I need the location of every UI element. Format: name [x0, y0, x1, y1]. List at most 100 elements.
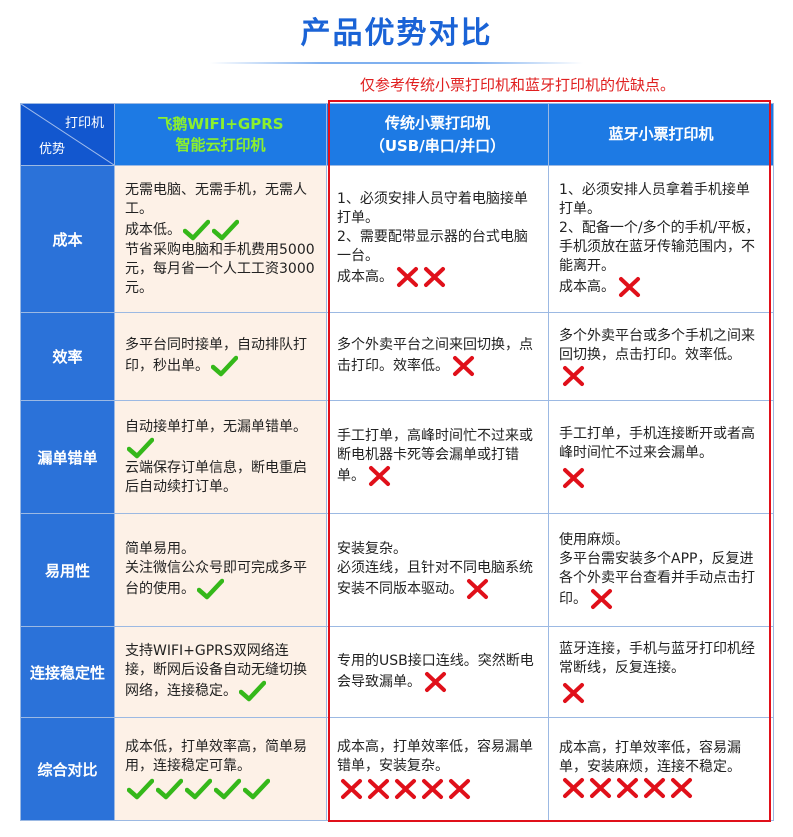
cell-line: 自动接单打单，无漏单错单。 — [125, 418, 316, 459]
traditional-overall-cell: 成本高，打单效率低，容易漏单错单，安装复杂。 — [327, 732, 548, 806]
cell-line: 关注微信公众号即可完成多平台的使用。 — [125, 559, 316, 600]
cross-icon — [449, 355, 476, 377]
cross-icon — [619, 276, 640, 297]
cross-icon — [559, 777, 694, 799]
cell-line: 多平台需安装多个APP，反复进各个外卖平台查看并手动点击打印。 — [559, 550, 763, 610]
page-title: 产品优势对比 — [300, 16, 493, 51]
header-traditional-line2: （USB/串口/并口） — [369, 136, 506, 155]
check-icon — [209, 355, 238, 377]
cloud-efficiency-cell: 多平台同时接单，自动排队打印，秒出单。 — [115, 330, 326, 383]
cell-text: 多个外卖平台或多个手机之间来回切换，点击打印。效率低。 — [559, 327, 755, 363]
cell-text: 支持WIFI+GPRS双网络连接，断网后设备自动无缝切换网络，连接稳定。 — [125, 643, 307, 699]
check-icon — [212, 219, 239, 240]
table-row: 成本 无需电脑、无需手机，无需人工。 成本低。 节省采购电脑和手机费用5000元… — [20, 165, 774, 313]
row-label-missed-orders: 漏单错单 — [20, 400, 115, 514]
cross-icon — [591, 588, 612, 609]
cell-line: 成本高，打单效率低，容易漏单错单，安装复杂。 — [337, 739, 533, 774]
header-bluetooth-printer: 蓝牙小票打印机 — [548, 103, 774, 166]
cell-line — [559, 682, 763, 704]
cell-text: 多个外卖平台之间来回切换，点击打印。效率低。 — [337, 337, 533, 374]
cross-icon — [563, 468, 584, 488]
cross-icon — [453, 356, 474, 376]
cross-icon — [463, 578, 490, 600]
cell-text: 成本高。 — [559, 278, 615, 295]
cross-icon — [337, 778, 472, 800]
table-row: 效率 多平台同时接单，自动排队打印，秒出单。 多个外卖平台之间来回切换，点击打印… — [20, 312, 774, 401]
cross-icon — [341, 779, 362, 799]
check-icon — [214, 778, 241, 800]
bluetooth-overall-cell: 成本高，打单效率低，容易漏单，安装麻烦，连接不稳定。 — [549, 733, 773, 805]
cell-line: 无需电脑、无需手机，无需人工。 — [125, 181, 307, 217]
cross-icon — [365, 465, 392, 487]
cell-line: 蓝牙连接，手机与蓝牙打印机经常断线，反复连接。 — [559, 641, 755, 676]
cell-line: 成本高。 — [559, 276, 763, 298]
header-cloud-printer: 飞鹅WIFI+GPRS 智能云打印机 — [114, 103, 327, 166]
cross-icon — [587, 588, 614, 610]
cross-icon — [422, 779, 443, 799]
corner-header: 打印机 优势 — [20, 103, 115, 166]
check-icon — [125, 778, 270, 800]
cross-icon — [369, 466, 390, 486]
table-row: 综合对比 成本低，打单效率高，简单易用，连接稳定可靠。 成本高，打单效率低，容易… — [20, 717, 774, 821]
cross-icon — [563, 365, 584, 386]
corner-printer-label: 打印机 — [64, 116, 104, 131]
cross-icon — [559, 467, 586, 489]
cell-line: 成本低，打单效率高，简单易用，连接稳定可靠。 — [125, 739, 307, 774]
cross-icon — [449, 779, 470, 799]
cell-line: 安装复杂。 — [337, 541, 407, 557]
check-icon — [237, 680, 266, 702]
cell-line — [559, 467, 763, 489]
check-icon — [127, 778, 154, 800]
table-row: 易用性 简单易用。 关注微信公众号即可完成多平台的使用。 安装复杂。 必须连线，… — [20, 513, 774, 627]
cell-text: 成本高。 — [337, 269, 393, 285]
traditional-missed-orders-cell: 手工打单，高峰时间忙不过来或断电机器卡死等会漏单或打错单。 — [327, 421, 548, 493]
check-icon — [156, 778, 183, 800]
bluetooth-cost-cell: 1、必须安排人员拿着手机接单打单。 2、配备一个/多个的手机/平板，手机须放在蓝… — [549, 175, 773, 304]
traditional-connection-cell: 专用的USB接口连线。突然断电会导致漏单。 — [327, 646, 548, 699]
cell-text: 成本高，打单效率低，容易漏单，安装麻烦，连接不稳定。 — [559, 740, 741, 775]
cross-icon — [397, 267, 418, 287]
check-icon — [181, 219, 239, 241]
cross-icon — [617, 778, 638, 798]
cross-icon — [559, 365, 586, 387]
cell-line: 2、需要配带显示器的台式电脑一台。 — [337, 229, 528, 264]
cell-line: 手工打单，手机连接断开或者高峰时间忙不过来会漏单。 — [559, 426, 755, 461]
cross-icon — [563, 683, 584, 703]
comparison-note: 仅参考传统小票打印机和蓝牙打印机的优缺点。 — [360, 76, 676, 94]
check-icon — [185, 778, 212, 800]
traditional-efficiency-cell: 多个外卖平台之间来回切换，点击打印。效率低。 — [327, 330, 548, 383]
traditional-cost-cell: 1、必须安排人员守着电脑接单打单。 2、需要配带显示器的台式电脑一台。 成本高。 — [327, 184, 548, 294]
row-label-overall: 综合对比 — [20, 717, 115, 821]
cross-icon — [425, 671, 446, 692]
cell-line: 云端保存订单信息，断电重启后自动续打订单。 — [125, 459, 307, 495]
bluetooth-connection-cell: 蓝牙连接，手机与蓝牙打印机经常断线，反复连接。 — [549, 634, 773, 710]
cross-icon — [559, 682, 586, 704]
row-label-usability: 易用性 — [20, 513, 115, 627]
cross-icon — [590, 778, 611, 798]
bluetooth-missed-orders-cell: 手工打单，手机连接断开或者高峰时间忙不过来会漏单。 — [549, 419, 773, 495]
cloud-cost-cell: 无需电脑、无需手机，无需人工。 成本低。 节省采购电脑和手机费用5000元，每月… — [115, 175, 326, 304]
check-icon — [195, 578, 224, 600]
cell-line: 2、配备一个/多个的手机/平板，手机须放在蓝牙传输范围内，不能离开。 — [559, 219, 760, 274]
cloud-usability-cell: 简单易用。 关注微信公众号即可完成多平台的使用。 — [115, 534, 326, 606]
cross-icon — [644, 778, 665, 798]
header-traditional-line1: 传统小票打印机 — [384, 113, 490, 132]
cell-line: 成本低。 — [125, 219, 316, 241]
cloud-overall-cell: 成本低，打单效率高，简单易用，连接稳定可靠。 — [115, 732, 326, 806]
cell-line: 必须连线，且针对不同电脑系统安装不同版本驱动。 — [337, 559, 538, 600]
bluetooth-usability-cell: 使用麻烦。 多平台需安装多个APP，反复进各个外卖平台查看并手动点击打印。 — [549, 525, 773, 616]
cross-icon — [368, 779, 389, 799]
cell-line: 1、必须安排人员守着电脑接单打单。 — [337, 191, 528, 226]
cell-line — [337, 778, 538, 800]
row-label-connection-stability: 连接稳定性 — [20, 626, 115, 718]
cell-line: 成本高。 — [337, 266, 538, 288]
cross-icon — [421, 671, 448, 693]
cell-line: 简单易用。 — [125, 541, 195, 557]
check-icon — [211, 355, 238, 377]
cell-text: 自动接单打单，无漏单错单。 — [125, 418, 307, 435]
cloud-missed-orders-cell: 自动接单打单，无漏单错单。 云端保存订单信息，断电重启后自动续打订单。 — [115, 412, 326, 503]
check-icon — [127, 437, 154, 458]
cell-text: 必须连线，且针对不同电脑系统安装不同版本驱动。 — [337, 560, 533, 597]
cloud-connection-cell: 支持WIFI+GPRS双网络连接，断网后设备自动无缝切换网络，连接稳定。 — [115, 636, 326, 708]
cross-icon — [395, 779, 416, 799]
